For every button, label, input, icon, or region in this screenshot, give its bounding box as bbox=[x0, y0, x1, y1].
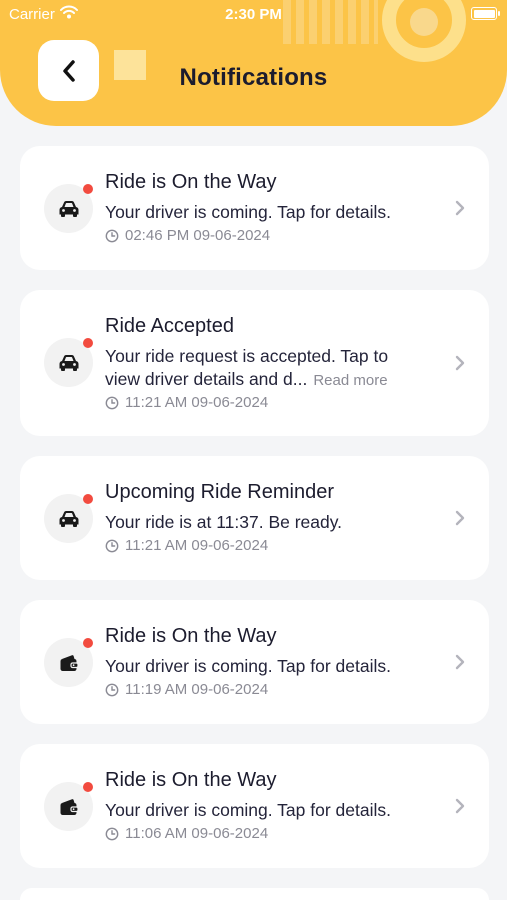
notification-title: Ride is On the Way bbox=[105, 769, 277, 791]
battery-icon bbox=[471, 7, 500, 20]
chevron-right-icon bbox=[455, 355, 465, 371]
chevron-right-icon bbox=[455, 798, 465, 814]
clock-icon bbox=[105, 229, 119, 243]
header: Carrier 2:30 PM Notifications bbox=[0, 0, 507, 126]
notification-title: Ride Accepted bbox=[105, 315, 234, 337]
unread-dot bbox=[83, 338, 93, 348]
read-more-link[interactable]: Read more bbox=[313, 372, 387, 389]
notification-time: 02:46 PM 09-06-2024 bbox=[105, 227, 270, 244]
notification-body: Your driver is coming. Tap for details. bbox=[105, 202, 391, 222]
clock-icon bbox=[105, 827, 119, 841]
notification-card[interactable]: Upcoming Ride Reminder Your ride is at 1… bbox=[20, 456, 489, 580]
unread-dot bbox=[83, 638, 93, 648]
unread-dot bbox=[83, 782, 93, 792]
notification-card[interactable] bbox=[20, 888, 489, 900]
notification-icon-wrap bbox=[44, 494, 93, 543]
notification-timestamp: 11:19 AM 09-06-2024 bbox=[125, 681, 269, 698]
notification-body: Your driver is coming. Tap for details. bbox=[105, 800, 391, 820]
notification-title: Upcoming Ride Reminder bbox=[105, 481, 334, 503]
clock-icon bbox=[105, 396, 119, 410]
chevron-right-icon bbox=[455, 200, 465, 216]
car-icon bbox=[59, 354, 78, 371]
notification-icon-wrap bbox=[44, 638, 93, 687]
notification-time: 11:21 AM 09-06-2024 bbox=[105, 537, 268, 554]
notification-time: 11:21 AM 09-06-2024 bbox=[105, 394, 268, 411]
notification-timestamp: 11:21 AM 09-06-2024 bbox=[125, 537, 269, 554]
page-title: Notifications bbox=[179, 64, 328, 91]
notification-icon-wrap bbox=[44, 782, 93, 831]
notification-timestamp: 02:46 PM 09-06-2024 bbox=[125, 227, 271, 244]
notification-title: Ride is On the Way bbox=[105, 625, 277, 647]
car-icon bbox=[59, 200, 78, 217]
notification-card[interactable]: Ride is On the Way Your driver is coming… bbox=[20, 600, 489, 724]
notification-card[interactable]: Ride is On the Way Your driver is coming… bbox=[20, 146, 489, 270]
notification-title: Ride is On the Way bbox=[105, 171, 277, 193]
clock-icon bbox=[105, 539, 119, 553]
notification-body: Your ride request is accepted. Tap to bbox=[105, 346, 389, 366]
car-icon bbox=[59, 510, 78, 527]
chevron-right-icon bbox=[455, 654, 465, 670]
notification-icon-wrap bbox=[44, 338, 93, 387]
notification-timestamp: 11:21 AM 09-06-2024 bbox=[125, 394, 269, 411]
wallet-icon bbox=[60, 654, 79, 671]
chevron-right-icon bbox=[455, 510, 465, 526]
notification-card[interactable]: Ride Accepted Your ride request is accep… bbox=[20, 290, 489, 436]
wallet-icon bbox=[60, 798, 79, 815]
notification-body: Your ride is at 11:37. Be ready. bbox=[105, 512, 343, 532]
notification-body-line2: view driver details and d... bbox=[105, 369, 308, 389]
notification-timestamp: 11:06 AM 09-06-2024 bbox=[125, 825, 269, 842]
unread-dot bbox=[83, 494, 93, 504]
notification-card[interactable]: Ride is On the Way Your driver is coming… bbox=[20, 744, 489, 868]
notification-body: Your driver is coming. Tap for details. bbox=[105, 656, 391, 676]
notification-time: 11:06 AM 09-06-2024 bbox=[105, 825, 268, 842]
status-bar: Carrier 2:30 PM bbox=[0, 0, 507, 28]
clock-icon bbox=[105, 683, 119, 697]
notification-body-continued: view driver details and d... Read more bbox=[105, 367, 388, 393]
notification-icon-wrap bbox=[44, 184, 93, 233]
status-time: 2:30 PM bbox=[225, 6, 282, 23]
notification-time: 11:19 AM 09-06-2024 bbox=[105, 681, 268, 698]
unread-dot bbox=[83, 184, 93, 194]
